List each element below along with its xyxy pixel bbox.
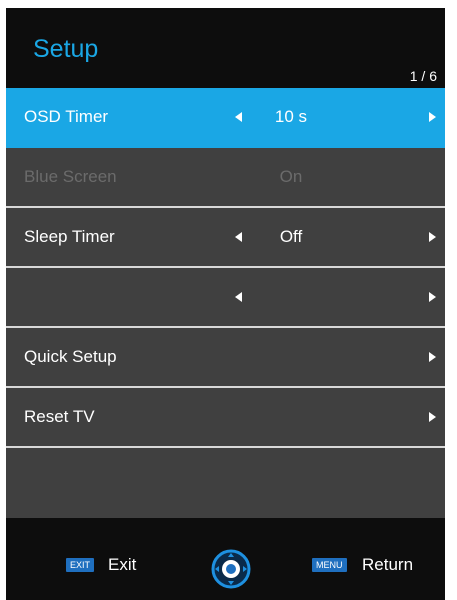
menu-item-label: Quick Setup bbox=[24, 347, 117, 366]
menu-item-value: 10 s bbox=[274, 107, 308, 126]
menu-header: Setup 1 / 6 bbox=[6, 8, 445, 88]
menu-item-reset-tv[interactable]: Reset TV bbox=[6, 388, 445, 448]
navigation-dpad-icon bbox=[211, 549, 251, 589]
menu-item-blue-screen: Blue Screen On bbox=[6, 148, 445, 208]
menu-item-sleep-timer[interactable]: Sleep Timer Off bbox=[6, 208, 445, 268]
menu-key-badge: MENU bbox=[312, 558, 347, 572]
menu-item-label: OSD Timer bbox=[24, 107, 109, 126]
triangle-right-icon[interactable] bbox=[429, 112, 436, 122]
triangle-right-icon[interactable] bbox=[429, 292, 436, 302]
setup-menu-panel: Setup 1 / 6 OSD Timer 10 s Blue Screen O… bbox=[6, 8, 445, 600]
return-label[interactable]: Return bbox=[362, 555, 413, 575]
exit-key-badge: EXIT bbox=[66, 558, 95, 572]
menu-item-label: Reset TV bbox=[24, 407, 95, 426]
tv-screen: Setup 1 / 6 OSD Timer 10 s Blue Screen O… bbox=[0, 0, 457, 600]
triangle-right-icon[interactable] bbox=[429, 412, 436, 422]
menu-item-value: On bbox=[279, 167, 303, 186]
menu-title: Setup bbox=[33, 35, 99, 63]
menu-item-unlabeled[interactable] bbox=[6, 268, 445, 328]
triangle-right-icon[interactable] bbox=[429, 232, 436, 242]
triangle-left-icon[interactable] bbox=[235, 292, 242, 302]
page-indicator: 1 / 6 bbox=[409, 68, 437, 84]
menu-footer: EXIT Exit MENU Return bbox=[6, 518, 445, 600]
triangle-left-icon[interactable] bbox=[235, 232, 242, 242]
menu-item-empty bbox=[6, 448, 445, 518]
triangle-right-icon[interactable] bbox=[429, 352, 436, 362]
menu-item-value: Off bbox=[279, 227, 303, 246]
menu-item-label: Sleep Timer bbox=[24, 227, 115, 246]
triangle-left-icon[interactable] bbox=[235, 112, 242, 122]
menu-item-quick-setup[interactable]: Quick Setup bbox=[6, 328, 445, 388]
menu-item-label: Blue Screen bbox=[24, 167, 117, 186]
exit-label[interactable]: Exit bbox=[108, 555, 136, 575]
menu-item-osd-timer[interactable]: OSD Timer 10 s bbox=[6, 88, 445, 148]
